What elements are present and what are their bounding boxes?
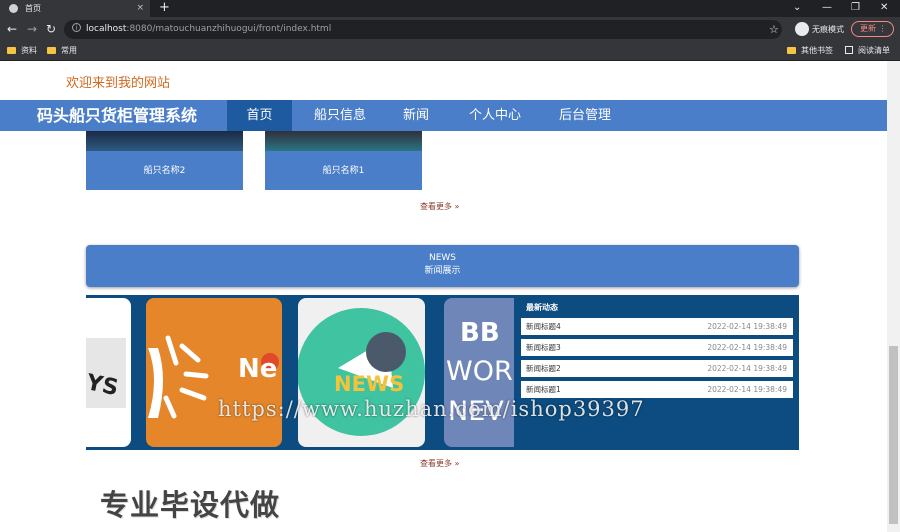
news-date: 2022-02-14 19:38:49	[707, 364, 787, 373]
thumb-news-text: NEWS	[334, 372, 405, 396]
url-host: localhost	[86, 24, 127, 34]
news-thumbnail[interactable]: NEWS	[298, 298, 425, 447]
close-window-button[interactable]: ✕	[880, 0, 888, 16]
bookmark-star-icon[interactable]: ☆	[769, 20, 779, 39]
bookmarks-bar	[0, 42, 900, 61]
news-date: 2022-02-14 19:38:49	[707, 343, 787, 352]
ship-image[interactable]	[265, 131, 422, 151]
tab-search-icon[interactable]: ⌄	[793, 0, 801, 16]
news-date: 2022-02-14 19:38:49	[707, 322, 787, 331]
news-title: 新闻标题4	[526, 322, 561, 331]
bookmark-folder-ziliao[interactable]: 资料	[7, 42, 37, 60]
thumb-text-bb: BB	[460, 318, 500, 348]
news-thumbnail[interactable]: YS	[86, 298, 131, 447]
news-title: 新闻标题1	[526, 385, 561, 394]
tab-title: 首页	[25, 4, 41, 13]
reading-list-label: 阅读清单	[858, 46, 890, 55]
more-label: 查看更多	[420, 202, 452, 211]
folder-icon	[787, 47, 796, 54]
update-button[interactable]: 更新 ⋮	[851, 21, 894, 37]
incognito-label: 无痕模式	[812, 25, 844, 34]
view-more-ships-link[interactable]: 查看更多 »	[420, 201, 459, 212]
url-text[interactable]: localhost:8080/matouchuanzhihuogui/front…	[86, 20, 331, 39]
news-section-banner: NEWS 新闻展示	[86, 245, 799, 287]
news-heading-en: NEWS	[428, 253, 457, 263]
back-arrow-icon[interactable]: ←	[7, 20, 17, 38]
view-more-news-link[interactable]: 查看更多 »	[420, 458, 459, 469]
watermark-url: https://www.huzhan.com/ishop39397	[218, 397, 645, 421]
news-list-item[interactable]: 新闻标题3 2022-02-14 19:38:49	[521, 339, 793, 356]
bookmark-label: 资料	[21, 46, 37, 55]
ship-name[interactable]: 船只名称1	[265, 152, 422, 190]
news-list-item[interactable]: 新闻标题1 2022-02-14 19:38:49	[521, 381, 793, 398]
latest-news-title: 最新动态	[526, 303, 558, 312]
scrollbar-thumb[interactable]	[889, 346, 898, 524]
news-heading-cn: 新闻展示	[424, 266, 461, 276]
forward-arrow-icon[interactable]: →	[27, 20, 37, 38]
info-icon[interactable]: i	[72, 23, 81, 32]
site-title: 码头船只货柜管理系统	[37, 106, 198, 125]
tab-close-icon[interactable]: ×	[136, 0, 144, 17]
reading-list-button[interactable]: 阅读清单	[845, 42, 890, 60]
ship-image[interactable]	[86, 131, 243, 151]
bookmark-folder-changyong[interactable]: 常用	[47, 42, 77, 60]
url-path: :8080/matouchuanzhihuogui/front/index.ht…	[126, 24, 332, 34]
bookmark-label: 其他书签	[801, 46, 833, 55]
double-chevron-icon: »	[454, 459, 460, 468]
news-title: 新闻标题3	[526, 343, 561, 352]
thumb-text-wor: WOR	[446, 356, 513, 387]
reload-icon[interactable]: ↻	[46, 20, 56, 38]
nav-item-profile[interactable]: 个人中心	[460, 100, 530, 131]
nav-item-home[interactable]: 首页	[227, 100, 292, 131]
reading-list-icon	[845, 46, 853, 54]
nav-item-ships[interactable]: 船只信息	[305, 100, 375, 131]
welcome-text: 欢迎来到我的网站	[66, 76, 171, 91]
globe-icon	[9, 4, 18, 13]
bookmark-label: 常用	[61, 46, 77, 55]
news-date: 2022-02-14 19:38:49	[707, 385, 787, 394]
double-chevron-icon: »	[454, 202, 460, 211]
new-tab-button[interactable]: +	[159, 0, 170, 16]
ship-name[interactable]: 船只名称2	[86, 152, 243, 190]
nav-item-admin[interactable]: 后台管理	[545, 100, 625, 131]
browser-tab[interactable]: 首页 ×	[0, 0, 150, 17]
bookmark-folder-other[interactable]: 其他书签	[787, 42, 833, 60]
more-label: 查看更多	[420, 459, 452, 468]
minimize-button[interactable]: —	[822, 0, 832, 16]
news-list-item[interactable]: 新闻标题4 2022-02-14 19:38:49	[521, 318, 793, 335]
folder-icon	[7, 47, 16, 54]
incognito-icon	[795, 22, 809, 36]
news-thumbnail[interactable]: Ne	[146, 298, 282, 447]
nav-item-news[interactable]: 新闻	[390, 100, 442, 131]
promo-text: 专业毕设代做	[100, 488, 281, 522]
restore-button[interactable]: ❐	[851, 0, 860, 16]
news-thumbnail[interactable]: BB WOR NEV	[444, 298, 524, 447]
news-title: 新闻标题2	[526, 364, 561, 373]
newspaper-icon: YS	[86, 338, 126, 408]
update-label: 更新	[860, 24, 876, 33]
news-list-item[interactable]: 新闻标题2 2022-02-14 19:38:49	[521, 360, 793, 377]
folder-icon	[47, 47, 56, 54]
